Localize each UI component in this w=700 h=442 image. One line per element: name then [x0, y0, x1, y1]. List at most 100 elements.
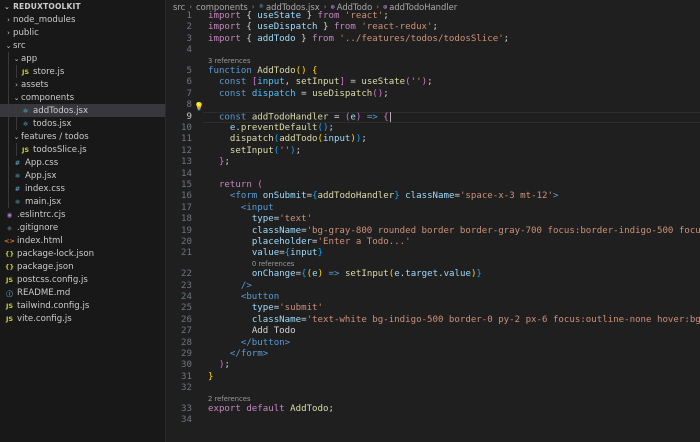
file-item[interactable]: # App.css: [0, 156, 165, 169]
code-text: value={input}: [208, 248, 323, 259]
indent-guide: [8, 169, 9, 182]
folder-item[interactable]: ⌄ features / todos: [0, 130, 165, 143]
code-text: return (: [208, 180, 263, 191]
code-text: export default AddTodo;: [208, 404, 334, 415]
code-token: }: [295, 33, 313, 44]
lightbulb-icon[interactable]: 💡: [194, 101, 204, 112]
file-item[interactable]: JS tailwind.config.js: [0, 299, 165, 312]
file-item[interactable]: ◆ .gitignore: [0, 221, 165, 234]
code-line[interactable]: 22 onChange={(e) => setInput(e.target.va…: [167, 269, 700, 280]
codelens-references[interactable]: 3 references: [167, 57, 700, 67]
file-item[interactable]: {} package.json: [0, 260, 165, 273]
code-line[interactable]: 20 placeholder='Enter a Todo...': [167, 237, 700, 248]
file-item[interactable]: {} package-lock.json: [0, 247, 165, 260]
code-line[interactable]: 15 return (: [167, 180, 700, 191]
folder-item[interactable]: › assets: [0, 78, 165, 91]
code-text: <form onSubmit={addTodoHandler} classNam…: [208, 191, 559, 202]
code-text: );: [208, 360, 230, 371]
code-line[interactable]: 34: [167, 415, 700, 426]
code-line[interactable]: 17 <input: [167, 203, 700, 214]
code-line[interactable]: 7 const dispatch = useDispatch();: [167, 89, 700, 100]
code-line[interactable]: 29 </form>: [167, 349, 700, 360]
code-line[interactable]: 9 💡 const addTodoHandler = (e) => {: [167, 102, 700, 124]
code-line[interactable]: 13 };: [167, 157, 700, 168]
breadcrumb-file[interactable]: addTodos.jsx: [266, 2, 320, 12]
file-item[interactable]: ⓘ README.md: [0, 286, 165, 299]
code-editor[interactable]: src › components › ⚛ addTodos.jsx › ⊛ Ad…: [167, 0, 700, 442]
file-item[interactable]: JS store.js: [0, 65, 165, 78]
file-item[interactable]: ⚛ todos.jsx: [0, 117, 165, 130]
code-token: {: [246, 22, 258, 33]
code-line[interactable]: 21 value={input}: [167, 248, 700, 259]
code-line[interactable]: 28 </button>: [167, 338, 700, 349]
js-file-icon: JS: [21, 67, 30, 76]
code-line[interactable]: 24 <button: [167, 292, 700, 303]
code-text: const [input, setInput] = useState('');: [208, 77, 433, 88]
tree-item-label: todos.jsx: [33, 118, 72, 129]
code-line[interactable]: 19 className='bg-gray-800 rounded border…: [167, 226, 700, 237]
code-line[interactable]: 1 import { useState } from 'react';: [167, 11, 700, 22]
code-line[interactable]: 12 setInput('');: [167, 146, 700, 157]
code-line[interactable]: 30 );: [167, 360, 700, 371]
codelens-references[interactable]: 2 references: [167, 395, 700, 405]
code-line[interactable]: 26 className='text-white bg-indigo-500 b…: [167, 315, 700, 326]
breadcrumb-symbol-handler[interactable]: addTodoHandler: [389, 2, 457, 12]
file-item[interactable]: JS todosSlice.js: [0, 143, 165, 156]
file-item[interactable]: ⚛ main.jsx: [0, 195, 165, 208]
folder-item[interactable]: › node_modules: [0, 13, 165, 26]
folder-item[interactable]: ⌄ app: [0, 52, 165, 65]
code-line[interactable]: 14: [167, 169, 700, 180]
folder-item[interactable]: ⌄ src: [0, 39, 165, 52]
indent-guide: [16, 65, 17, 78]
line-number: 27: [181, 326, 192, 337]
tree-item-label: public: [13, 27, 39, 38]
code-line[interactable]: 32: [167, 383, 700, 394]
code-line[interactable]: 23 />: [167, 281, 700, 292]
code-line[interactable]: 4: [167, 45, 700, 56]
code-line[interactable]: 8: [167, 100, 700, 111]
code-token: ,: [284, 77, 296, 88]
react-file-icon: ⚛: [14, 197, 21, 206]
code-line[interactable]: 16 <form onSubmit={addTodoHandler} class…: [167, 191, 700, 202]
file-item[interactable]: # index.css: [0, 182, 165, 195]
code-line[interactable]: 31}: [167, 372, 700, 383]
code-token: />: [240, 280, 252, 291]
code-line[interactable]: 25 type='submit': [167, 303, 700, 314]
code-text: const dispatch = useDispatch();: [208, 89, 389, 100]
line-number: 12: [181, 145, 192, 156]
file-item[interactable]: ⚛ addTodos.jsx: [0, 104, 165, 117]
code-text: function AddTodo() {: [208, 66, 318, 77]
code-line[interactable]: 18 type='text': [167, 214, 700, 225]
codelens-references[interactable]: 0 references: [167, 260, 700, 270]
file-item[interactable]: ⚛ App.jsx: [0, 169, 165, 182]
code-line[interactable]: 10 e.preventDefault();: [167, 123, 700, 134]
file-item[interactable]: JS postcss.config.js: [0, 273, 165, 286]
code-token: onChange: [251, 269, 296, 280]
breadcrumb-components[interactable]: components: [196, 2, 248, 12]
file-item[interactable]: <> index.html: [0, 234, 165, 247]
code-line[interactable]: 3 import { addTodo } from '../features/to…: [167, 34, 700, 45]
folder-item[interactable]: ⌄ components: [0, 91, 165, 104]
code-line[interactable]: 11 dispatch(addTodo(input));: [167, 134, 700, 145]
codelens-label: 3 references: [208, 56, 251, 65]
code-line[interactable]: 6 const [input, setInput] = useState('')…: [167, 77, 700, 88]
file-item[interactable]: JS vite.config.js: [0, 312, 165, 325]
code-token: useDispatch: [312, 88, 373, 99]
code-token: addTodoHandler: [317, 191, 395, 202]
code-line[interactable]: 27 Add Todo: [167, 326, 700, 337]
breadcrumb-src[interactable]: src: [173, 2, 185, 12]
code-area[interactable]: 1 import { useState } from 'react'; 2 impor…: [167, 11, 700, 427]
code-line[interactable]: 2 import { useDispatch } from 'react-redu…: [167, 22, 700, 33]
code-text: placeholder='Enter a Todo...': [208, 237, 411, 248]
explorer-root-header[interactable]: ⌄ REDUXTOOLKIT: [0, 0, 165, 13]
code-line[interactable]: 5 function AddTodo() {: [167, 66, 700, 77]
file-item[interactable]: ◉ .eslintrc.cjs: [0, 208, 165, 221]
code-token: preventDefault: [240, 123, 318, 134]
breadcrumb-symbol-addtodo[interactable]: AddTodo: [337, 2, 372, 12]
folder-item[interactable]: › public: [0, 26, 165, 39]
code-line[interactable]: 33 export default AddTodo;: [167, 404, 700, 415]
